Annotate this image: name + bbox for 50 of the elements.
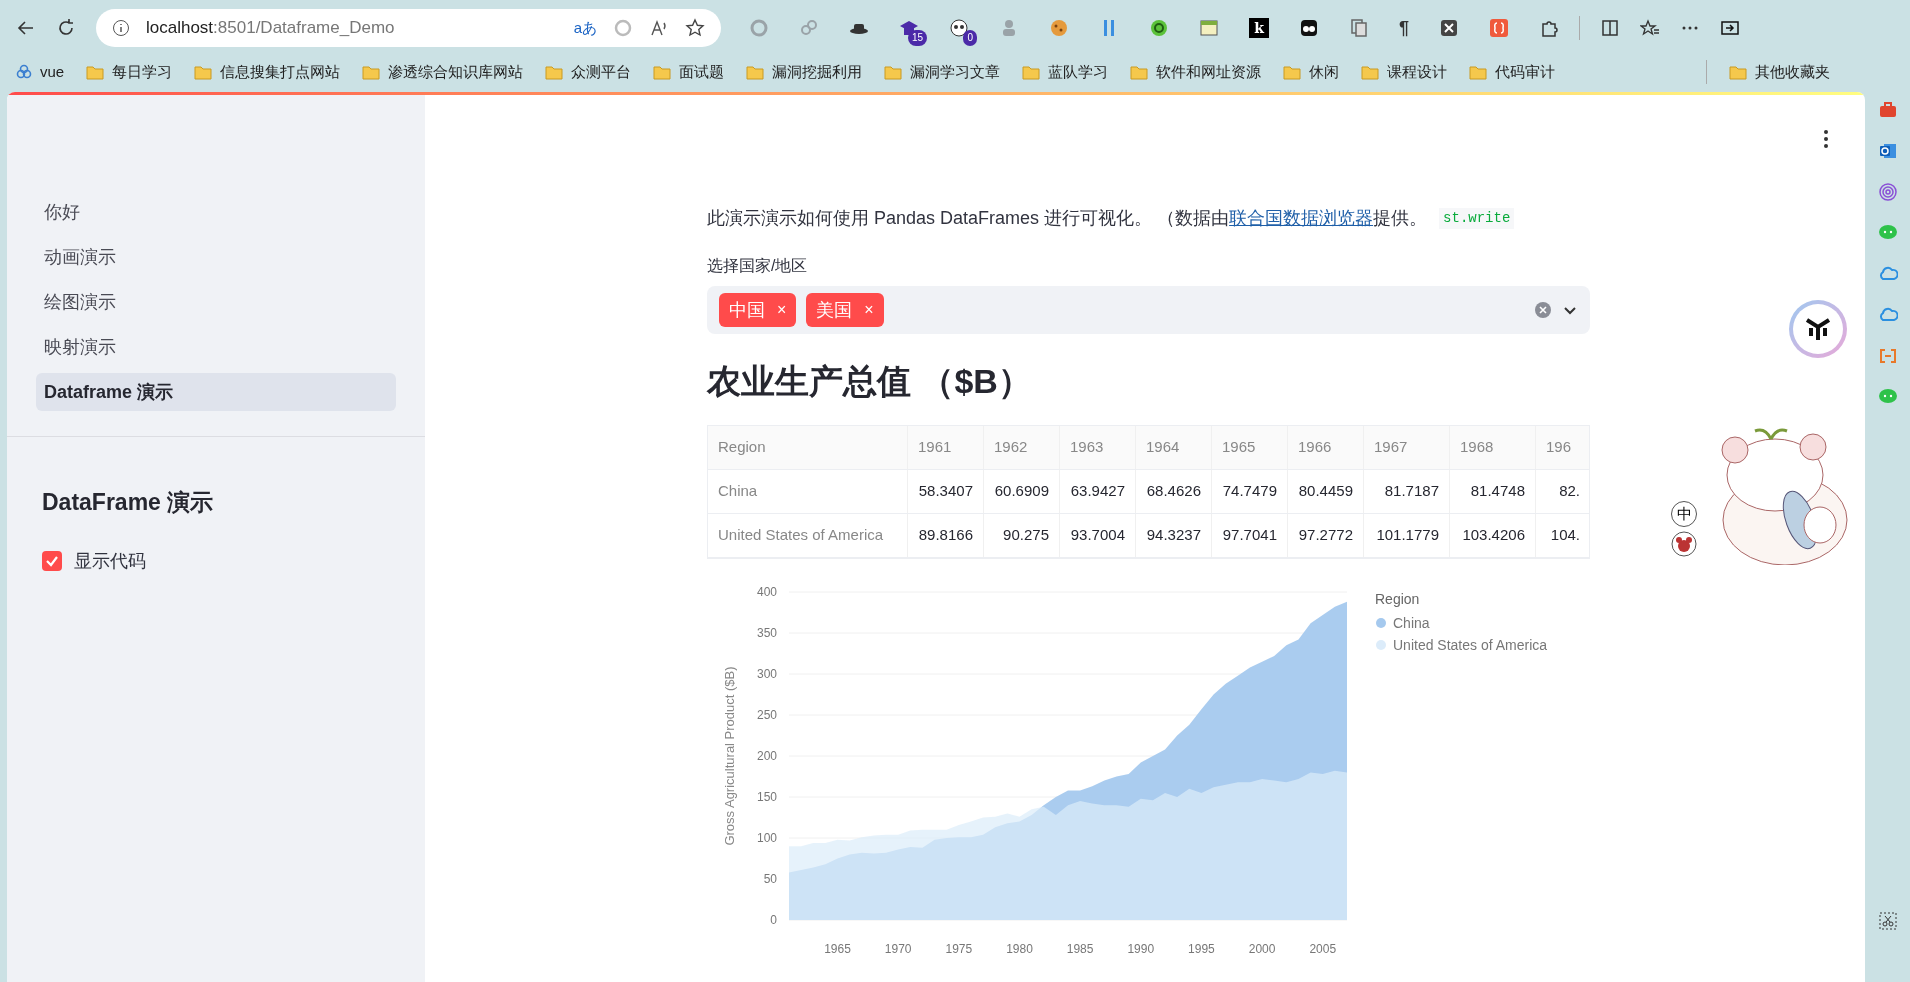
table-cell: United States of America: [708, 514, 908, 557]
legend-label: China: [1393, 615, 1430, 631]
table-cell: 103.4206: [1450, 514, 1536, 557]
table-cell: 97.7041: [1212, 514, 1288, 557]
table-cell: 58.3407: [908, 470, 984, 513]
x-tick-label: 1990: [1127, 942, 1155, 956]
table-cell: 82.: [1536, 470, 1589, 513]
y-axis-title: Gross Agricultural Product ($B): [722, 666, 737, 846]
y-tick-label: 50: [763, 872, 777, 886]
table-cell: 60.6909: [984, 470, 1060, 513]
table-cell: 94.3237: [1136, 514, 1212, 557]
table-cell: 81.7187: [1364, 470, 1450, 513]
table-cell: 104.: [1536, 514, 1589, 557]
badge: 15: [907, 30, 927, 46]
table-cell: 74.7479: [1212, 470, 1288, 513]
y-tick-label: 100: [756, 831, 777, 845]
url-text: localhost:8501/Dataframe_Demo: [146, 17, 396, 40]
badge: 0: [963, 30, 977, 46]
select-label: 选择国家/地区: [707, 256, 809, 276]
table-cell: 93.7004: [1060, 514, 1136, 557]
section-heading: 农业生产总值 （$B）: [707, 361, 1033, 402]
x-tick-label: 2005: [1309, 942, 1337, 956]
x-tick-label: 1985: [1066, 942, 1094, 956]
x-tick-label: 1995: [1188, 942, 1215, 956]
intro-text: 此演示演示如何使用 Pandas DataFrames 进行可视化。 （数据由联合国数据浏览器提供。 st.write: [707, 205, 1590, 232]
x-tick-label: 1975: [945, 942, 973, 956]
y-tick-label: 0: [770, 913, 777, 927]
table-cell: 68.4626: [1136, 470, 1212, 513]
table-cell: 81.4748: [1450, 470, 1536, 513]
table-cell: China: [708, 470, 908, 513]
x-tick-label: 1965: [824, 942, 851, 956]
table-cell: 101.1779: [1364, 514, 1450, 557]
y-tick-label: 300: [756, 667, 777, 681]
section-title: DataFrame 演示: [41, 488, 215, 517]
table-cell: 63.9427: [1060, 470, 1136, 513]
y-tick-label: 150: [756, 790, 777, 804]
x-tick-label: 1970: [884, 942, 912, 956]
x-tick-label: 1980: [1006, 942, 1033, 956]
legend-label: United States of America: [1393, 637, 1548, 653]
table-cell: 89.8166: [908, 514, 984, 557]
y-tick-label: 250: [756, 708, 777, 722]
x-tick-label: 2000: [1248, 942, 1276, 956]
table-cell: 80.4459: [1288, 470, 1364, 513]
y-tick-label: 200: [756, 749, 777, 763]
y-tick-label: 400: [756, 585, 777, 599]
table-cell: 90.275: [984, 514, 1060, 557]
legend-title: Region: [1375, 591, 1420, 607]
code-snippet: st.write: [1439, 208, 1515, 229]
table-cell: 97.2772: [1288, 514, 1364, 557]
y-tick-label: 350: [756, 626, 777, 640]
